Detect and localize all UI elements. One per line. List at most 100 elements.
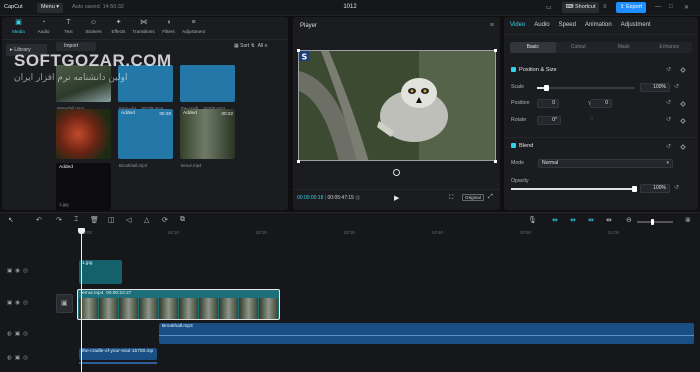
reset-icon[interactable]: ↺ [666, 99, 671, 106]
zoom-slider[interactable] [637, 219, 673, 225]
freeze-icon[interactable]: ◫ [108, 216, 115, 224]
play-button[interactable]: ▶ [394, 194, 399, 202]
media-thumb-leaves[interactable] [56, 109, 111, 159]
maximize-icon[interactable]: □ [669, 4, 673, 10]
delete-icon[interactable]: 🗑 [90, 216, 99, 224]
media-thumb-label: 1.jpg [59, 202, 69, 207]
cover-button[interactable]: ▣ [56, 294, 73, 313]
mirror-icon[interactable]: △ [144, 216, 149, 224]
player-title: Player [300, 23, 318, 29]
monitor-icon[interactable]: ▭ [546, 4, 552, 11]
record-audio-icon[interactable]: 🎙 [528, 216, 537, 224]
track-controls-audio2[interactable]: ◍▣◎ [7, 355, 31, 361]
rotate-field[interactable]: 0° [537, 116, 561, 125]
tool-media[interactable]: ▣ Media [6, 17, 31, 39]
clip-audio-cradle[interactable]: the-cradle-of-your-soul-15700.mp [79, 348, 157, 360]
timeline-ruler[interactable]: 00:00 00:10 00:20 00:30 00:40 00:50 01:00 [0, 229, 700, 239]
subtab-basic[interactable]: Basic [510, 42, 556, 53]
subtab-mask[interactable]: Mask [601, 42, 647, 53]
select-tool-icon[interactable]: ↖ [8, 216, 14, 224]
opacity-slider[interactable] [511, 186, 637, 192]
sort-icon[interactable]: ⇅ [251, 43, 255, 49]
export-button[interactable]: ⇪ Export [616, 2, 646, 13]
tool-text[interactable]: T Text [56, 17, 81, 39]
tool-stickers[interactable]: ☺ Stickers [81, 17, 106, 39]
position-x-field[interactable]: 0 [537, 99, 559, 108]
tool-transitions[interactable]: ⋈ Transitions [131, 17, 156, 39]
timeline-mode-icon[interactable]: ▥ [355, 195, 360, 201]
filter-button[interactable]: All [258, 43, 264, 49]
tool-adjustment[interactable]: ≡ Adjustment [181, 17, 206, 39]
crop-tool-icon[interactable]: ⧉ [180, 216, 185, 224]
player-menu-icon[interactable]: ≡ [490, 22, 494, 29]
clip-image[interactable]: 1.jpg [79, 260, 122, 284]
section-position-size[interactable]: Position & Size [511, 67, 557, 73]
reset-icon[interactable]: ↺ [666, 143, 671, 150]
audio-icon: ◔ [41, 19, 46, 26]
rotate-handle-icon[interactable] [393, 169, 400, 176]
track-controls-video[interactable]: ▣◉◎ [7, 300, 31, 306]
playhead-handle[interactable] [78, 228, 85, 234]
reset-icon[interactable]: ↺ [666, 116, 671, 123]
video-preview[interactable]: S [298, 50, 496, 161]
tool-filters[interactable]: ◑ Filters [156, 17, 181, 39]
crop-icon[interactable]: ⛶ [449, 195, 453, 202]
ratio-original-button[interactable]: Original [462, 194, 484, 201]
filmstrip-frame [99, 298, 118, 319]
section-blend[interactable]: Blend [511, 143, 533, 149]
sort-button[interactable]: Sort [240, 43, 249, 49]
undo-icon[interactable]: ↶ [36, 216, 42, 224]
tool-effects[interactable]: ✦ Effects [106, 17, 131, 39]
menu-lines-icon[interactable]: ≡ [603, 4, 607, 10]
track-controls-image[interactable]: ▣◉◎ [7, 268, 31, 274]
split-icon[interactable]: ⌶ [74, 216, 78, 224]
reset-icon[interactable]: ↺ [674, 184, 679, 191]
minimize-icon[interactable]: — [655, 4, 661, 10]
keyframe-icon[interactable] [680, 101, 686, 107]
media-thumb-lemur[interactable]: Added 00:22 [180, 109, 235, 159]
import-button[interactable]: Import [56, 42, 96, 51]
position-y-field[interactable]: 0 [590, 99, 612, 108]
redo-icon[interactable]: ↷ [56, 216, 62, 224]
tab-video[interactable]: Video [510, 22, 525, 28]
playhead[interactable] [81, 228, 82, 372]
tab-adjustment[interactable]: Adjustment [621, 22, 651, 28]
main-track-magnet-icon[interactable]: ⇹ [552, 216, 558, 224]
filters-icon: ◑ [166, 19, 171, 26]
scale-value[interactable]: 100% [640, 83, 670, 92]
scale-slider[interactable] [537, 85, 635, 91]
clip-video[interactable]: lemur.mp4 00:00:22:27 [77, 289, 280, 320]
linkage-icon[interactable]: ⇹ [588, 216, 594, 224]
tab-speed[interactable]: Speed [559, 22, 576, 28]
keyframe-icon[interactable] [680, 67, 686, 73]
clip-audio-brookhall[interactable]: Brookhall.mp3 [159, 323, 694, 344]
keyframe-icon[interactable] [680, 144, 686, 150]
blend-mode-select[interactable]: Normal ▾ [538, 159, 673, 168]
added-badge: Added [183, 111, 197, 116]
track-controls-audio1[interactable]: ◍▣◎ [7, 331, 31, 337]
rotate-icon[interactable]: ⟳ [162, 216, 168, 224]
tab-animation[interactable]: Animation [585, 22, 612, 28]
filter-icon[interactable]: ≡ [265, 43, 268, 49]
media-thumb-brookhall[interactable]: Added 05:38 [118, 109, 173, 159]
auto-snap-icon[interactable]: ⇹ [570, 216, 576, 224]
rotate-dial-icon[interactable]: ◌ [590, 116, 594, 122]
reverse-icon[interactable]: ◁ [126, 216, 131, 224]
grid-view-icon[interactable]: ▦ [234, 43, 239, 49]
subtab-enhance[interactable]: Enhance [647, 42, 693, 53]
media-icon: ▣ [15, 19, 22, 26]
fullscreen-icon[interactable]: ⤢ [488, 194, 493, 201]
tab-audio[interactable]: Audio [534, 22, 549, 28]
fit-timeline-icon[interactable]: ⊗ [685, 216, 691, 224]
reset-icon[interactable]: ↺ [674, 83, 679, 90]
subtab-cutout[interactable]: Cutout [556, 42, 602, 53]
zoom-out-icon[interactable]: ⊖ [626, 216, 632, 224]
keyframe-icon[interactable] [680, 118, 686, 124]
close-icon[interactable]: ✕ [684, 4, 689, 11]
media-thumb-cradle[interactable] [180, 65, 235, 102]
preview-axis-icon[interactable]: ⇹ [606, 216, 612, 224]
shortcut-button[interactable]: ⌨ Shortcut [562, 2, 599, 13]
tool-audio[interactable]: ◔ Audio [31, 17, 56, 39]
opacity-value[interactable]: 100% [640, 184, 670, 193]
reset-icon[interactable]: ↺ [666, 66, 671, 73]
